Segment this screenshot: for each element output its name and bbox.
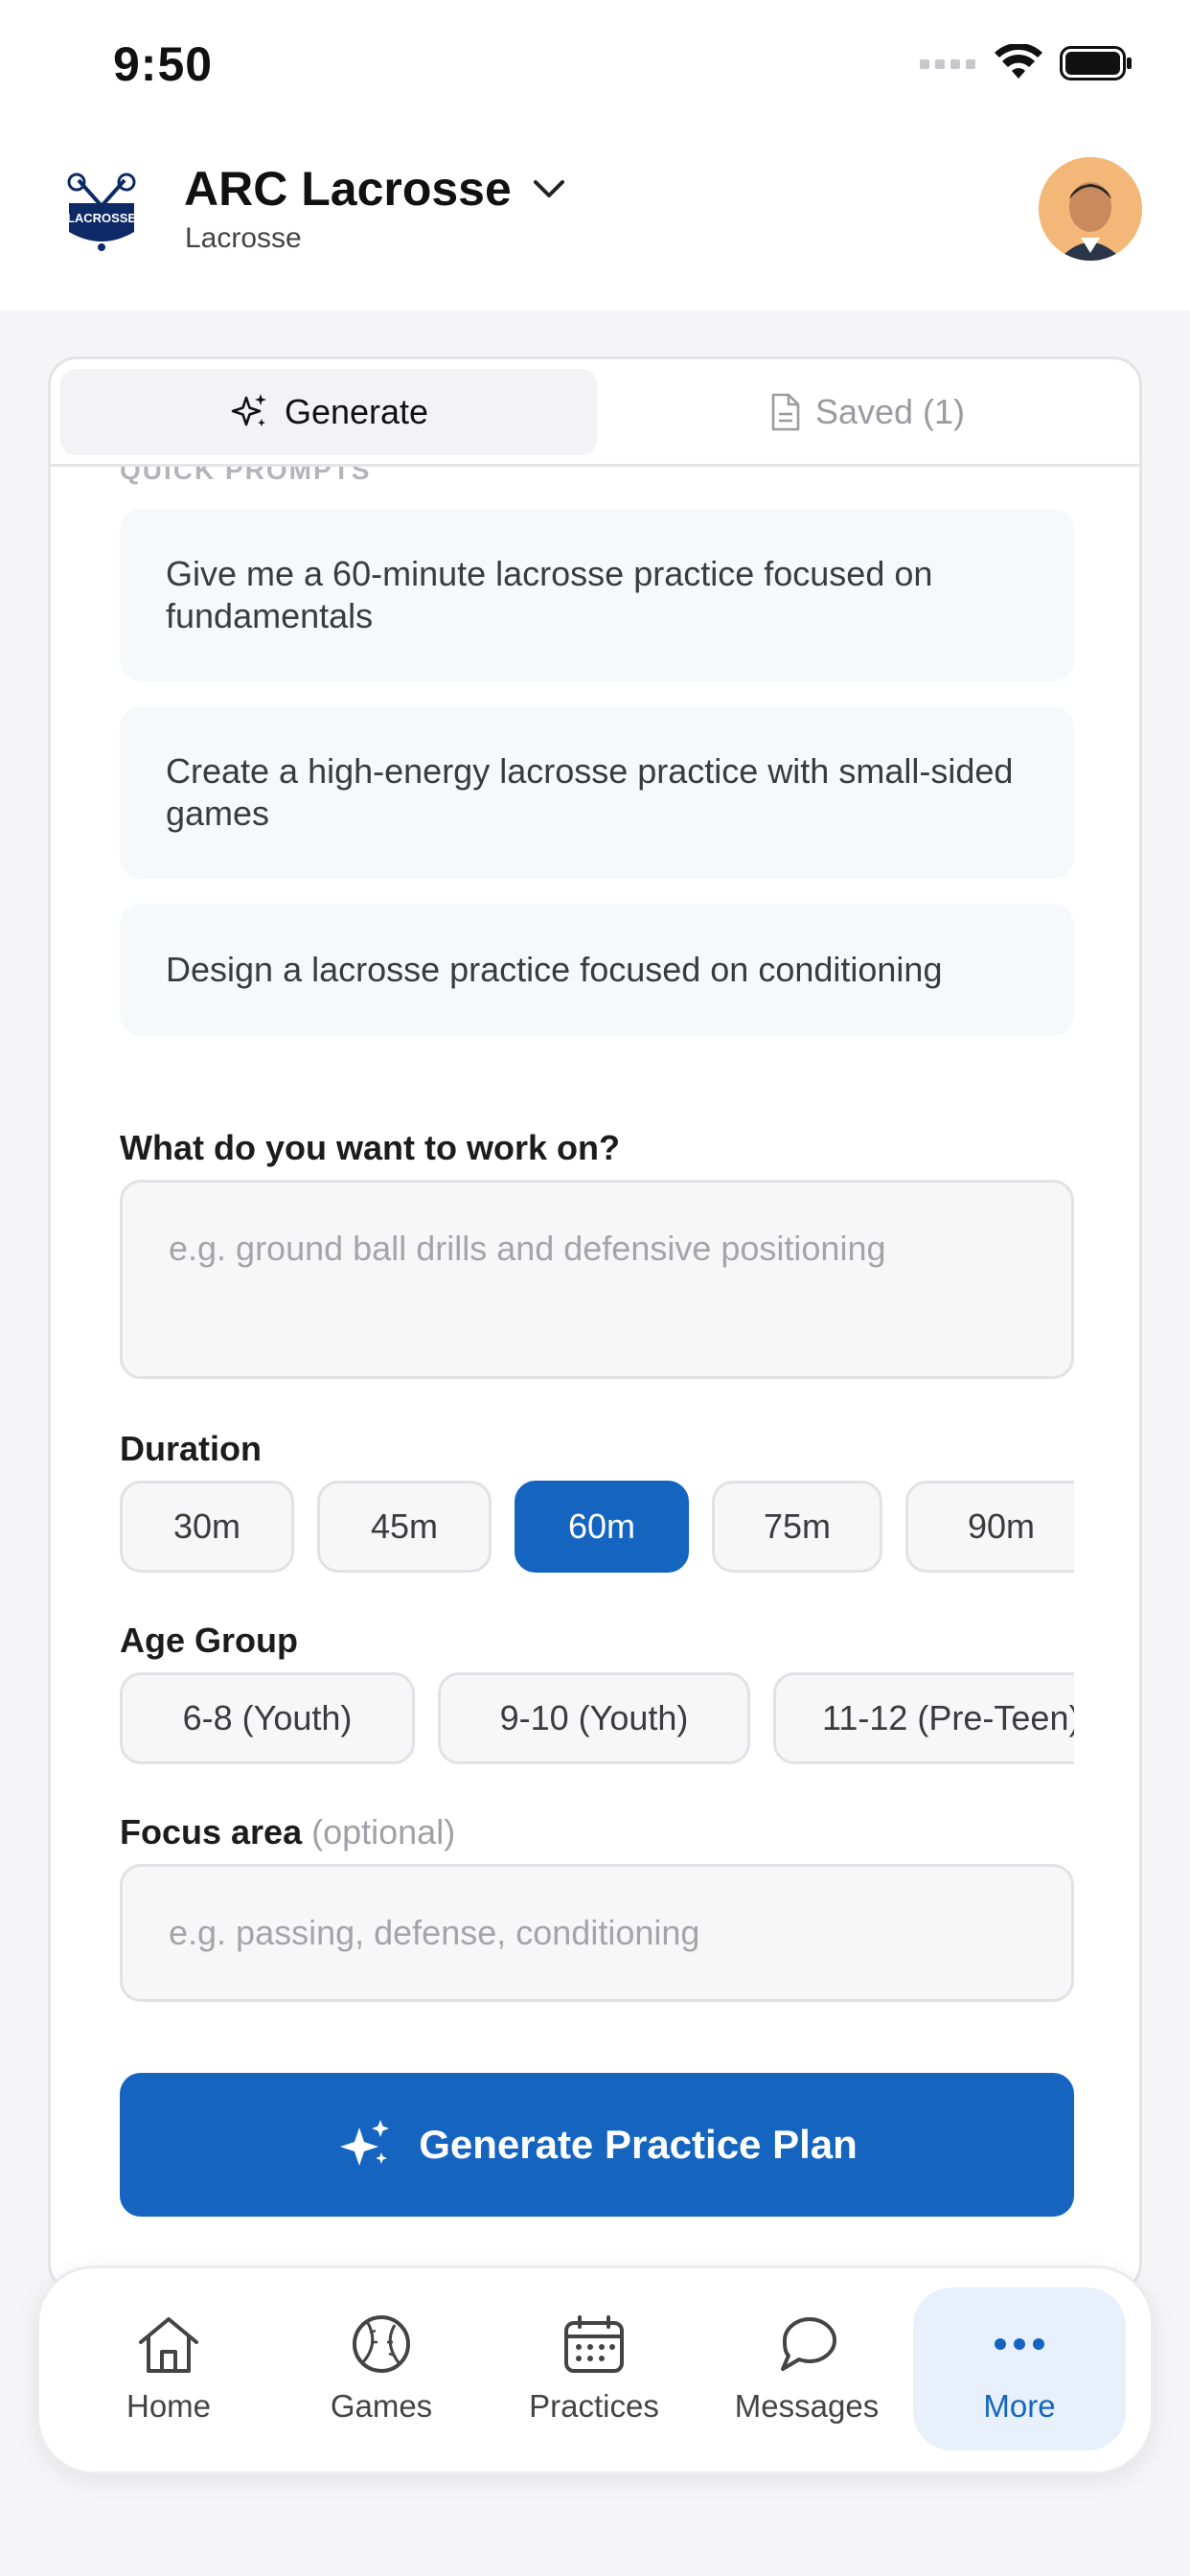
- baseball-icon: [353, 2315, 410, 2373]
- more-icon: [995, 2338, 1044, 2350]
- focus-area-label: Focus area (optional): [120, 1812, 455, 1852]
- duration-option-30m[interactable]: 30m: [120, 1481, 294, 1573]
- age-option-9-10[interactable]: 9-10 (Youth): [438, 1672, 750, 1764]
- team-sport: Lacrosse: [185, 222, 302, 254]
- calendar-icon: [564, 2315, 624, 2373]
- team-logo: LACROSSE: [57, 172, 146, 261]
- app-header: LACROSSE ARC Lacrosse Lacrosse: [0, 134, 1190, 310]
- quick-prompt-text: Design a lacrosse practice focused on co…: [166, 950, 943, 989]
- wifi-icon: [995, 44, 1042, 79]
- sparkles-icon: [340, 2120, 390, 2166]
- chat-icon: [781, 2317, 836, 2371]
- tab-saved-label: Saved (1): [814, 392, 966, 431]
- nav-home[interactable]: Home: [62, 2288, 275, 2450]
- age-option-11-12[interactable]: 11-12 (Pre-Teen): [773, 1672, 1074, 1764]
- status-icons: [920, 44, 1133, 82]
- nav-games-label: Games: [330, 2388, 433, 2424]
- duration-option-45m[interactable]: 45m: [317, 1481, 492, 1573]
- nav-more[interactable]: More: [913, 2288, 1126, 2450]
- home-icon: [139, 2317, 198, 2373]
- work-on-input[interactable]: e.g. ground ball drills and defensive po…: [120, 1180, 1074, 1379]
- work-on-placeholder: e.g. ground ball drills and defensive po…: [169, 1229, 886, 1268]
- avatar[interactable]: [1039, 157, 1142, 261]
- chevron-down-icon: [533, 180, 564, 197]
- nav-practices[interactable]: Practices: [488, 2288, 700, 2450]
- generate-practice-plan-button[interactable]: Generate Practice Plan: [120, 2073, 1074, 2217]
- tab-bar: Generate Saved (1): [51, 359, 1139, 467]
- work-on-label: What do you want to work on?: [120, 1128, 620, 1167]
- duration-option-75m[interactable]: 75m: [712, 1481, 882, 1573]
- age-group-options: 6-8 (Youth) 9-10 (Youth) 11-12 (Pre-Teen…: [120, 1672, 1074, 1768]
- nav-home-label: Home: [126, 2388, 212, 2424]
- nav-practices-label: Practices: [529, 2388, 659, 2424]
- nav-messages-label: Messages: [734, 2388, 880, 2424]
- quick-prompt-text: Create a high-energy lacrosse practice w…: [166, 751, 1014, 833]
- duration-options: 30m 45m 60m 75m 90m: [120, 1481, 1074, 1576]
- nav-games[interactable]: Games: [275, 2288, 488, 2450]
- tab-generate-label: Generate: [284, 392, 429, 431]
- sparkles-icon: [231, 394, 266, 426]
- focus-area-input[interactable]: e.g. passing, defense, conditioning: [120, 1864, 1074, 2002]
- generate-button-label: Generate Practice Plan: [419, 2122, 858, 2167]
- age-group-label: Age Group: [120, 1621, 298, 1660]
- signal-icon: [920, 59, 975, 69]
- tab-generate[interactable]: Generate: [60, 369, 597, 455]
- team-name: ARC Lacrosse: [184, 162, 512, 216]
- quick-prompt-item[interactable]: Design a lacrosse practice focused on co…: [120, 904, 1074, 1036]
- status-time: 9:50: [113, 37, 214, 91]
- nav-more-label: More: [983, 2388, 1056, 2424]
- quick-prompt-item[interactable]: Create a high-energy lacrosse practice w…: [120, 706, 1074, 879]
- duration-option-60m[interactable]: 60m: [515, 1481, 689, 1573]
- status-bar: 9:50: [0, 0, 1190, 134]
- nav-messages[interactable]: Messages: [700, 2288, 913, 2450]
- age-option-6-8[interactable]: 6-8 (Youth): [120, 1672, 415, 1764]
- battery-icon: [1060, 46, 1132, 80]
- practice-generator-card: Generate Saved (1) QUICK PROMPTS Give me…: [48, 356, 1142, 2292]
- duration-label: Duration: [120, 1429, 262, 1468]
- tab-saved[interactable]: Saved (1): [599, 369, 1135, 455]
- focus-area-optional: (optional): [311, 1812, 456, 1852]
- team-switcher[interactable]: ARC Lacrosse: [184, 161, 565, 217]
- quick-prompt-text: Give me a 60-minute lacrosse practice fo…: [166, 554, 933, 635]
- quick-prompt-item[interactable]: Give me a 60-minute lacrosse practice fo…: [120, 509, 1074, 681]
- duration-option-90m[interactable]: 90m: [905, 1481, 1074, 1573]
- bottom-nav: Home Games Practices Messages More: [36, 2266, 1154, 2474]
- focus-area-label-text: Focus area: [120, 1812, 303, 1852]
- document-icon: [771, 393, 800, 431]
- focus-area-placeholder: e.g. passing, defense, conditioning: [169, 1913, 700, 1952]
- svg-text:LACROSSE: LACROSSE: [67, 211, 137, 225]
